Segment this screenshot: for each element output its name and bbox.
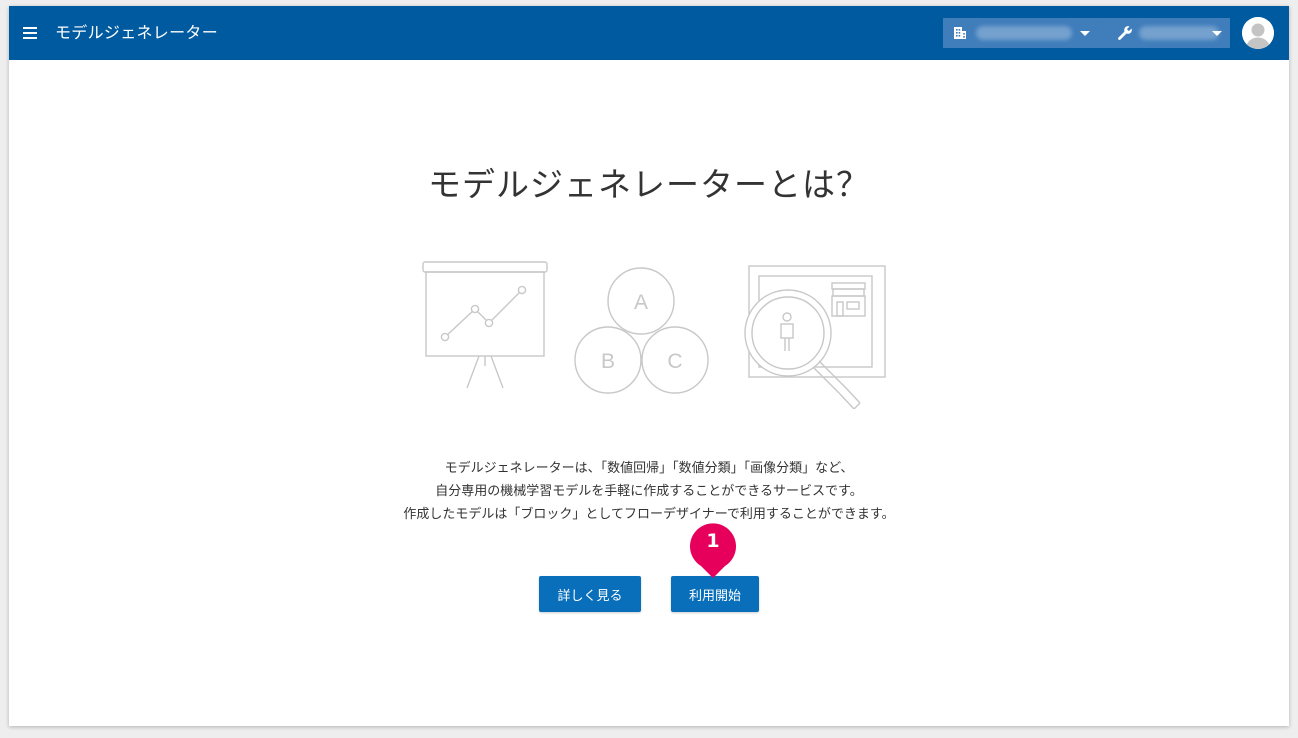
service-description: モデルジェネレーターは、「数値回帰」「数値分類」「画像分類」など、 自分専用の機… bbox=[9, 457, 1289, 526]
description-line: 自分専用の機械学習モデルを手軽に作成することができるサービスです。 bbox=[435, 484, 863, 499]
app-window: モデルジェネレーター モデルジェネレーターとは？ A B C モデルジェネレータ… bbox=[9, 6, 1289, 726]
image-search-icon bbox=[744, 265, 886, 409]
wrench-icon bbox=[1117, 25, 1133, 41]
presentation-chart-icon bbox=[422, 261, 548, 389]
start-using-button[interactable]: 利用開始 bbox=[671, 576, 759, 612]
chevron-down-icon bbox=[1212, 31, 1222, 36]
classification-circles-icon bbox=[574, 267, 709, 394]
organization-name-redacted bbox=[976, 26, 1072, 40]
chevron-down-icon bbox=[1080, 31, 1090, 36]
project-name-redacted bbox=[1139, 26, 1219, 40]
step-marker-badge: 1 bbox=[689, 522, 739, 578]
service-illustration: A B C bbox=[422, 261, 886, 409]
description-line: モデルジェネレーターは、「数値回帰」「数値分類」「画像分類」など、 bbox=[444, 461, 854, 476]
description-line: 作成したモデルは「ブロック」としてフローデザイナーで利用することができます。 bbox=[403, 507, 895, 522]
app-bar: モデルジェネレーター bbox=[9, 6, 1289, 60]
hamburger-menu-icon[interactable] bbox=[23, 23, 43, 43]
app-title: モデルジェネレーター bbox=[55, 23, 219, 42]
project-selector[interactable] bbox=[1094, 18, 1230, 48]
circle-label-a: A bbox=[634, 291, 648, 314]
organization-selector[interactable] bbox=[943, 18, 1108, 48]
user-avatar-icon[interactable] bbox=[1242, 17, 1274, 49]
circle-label-c: C bbox=[667, 350, 682, 373]
step-marker-number: 1 bbox=[706, 530, 720, 552]
circle-label-b: B bbox=[601, 350, 615, 373]
page-headline: モデルジェネレーターとは？ bbox=[428, 165, 870, 204]
building-icon bbox=[952, 25, 968, 41]
learn-more-button[interactable]: 詳しく見る bbox=[539, 576, 641, 612]
